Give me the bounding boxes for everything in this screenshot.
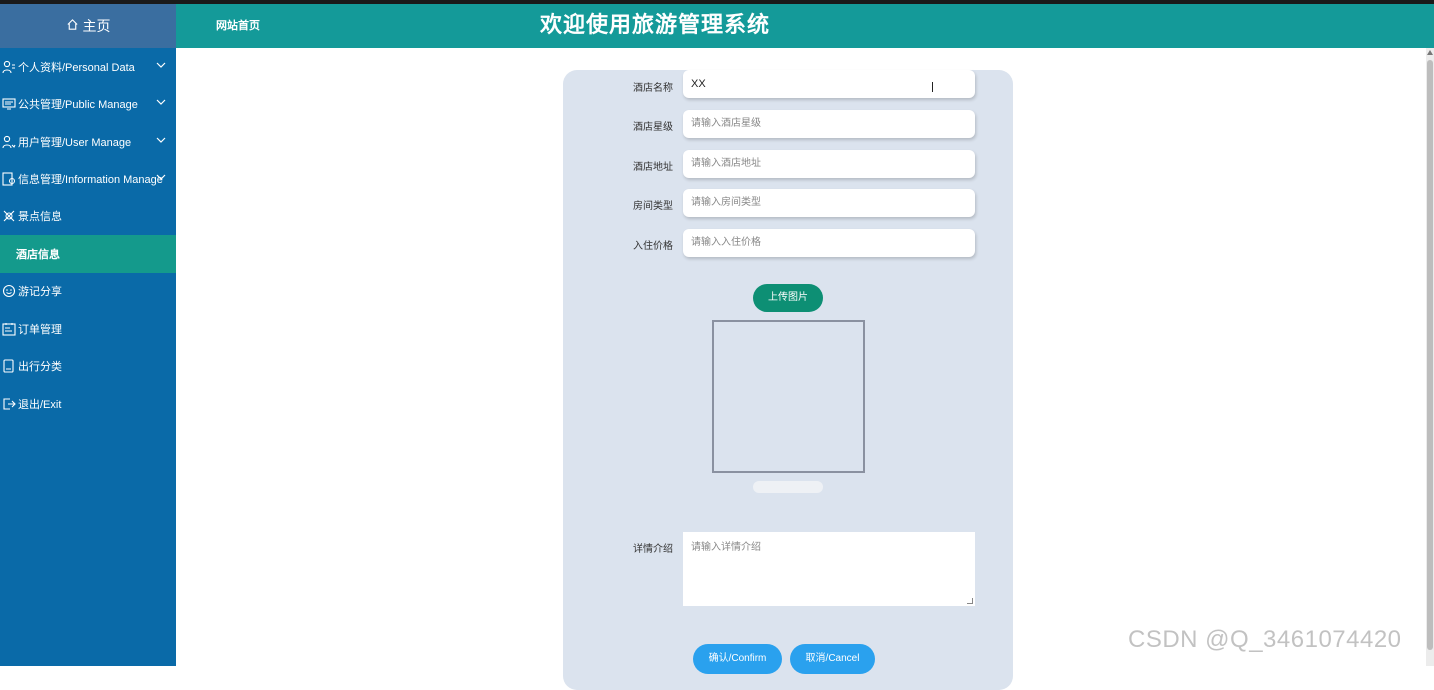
chevron-down-icon: [156, 60, 166, 72]
chevron-down-icon: [156, 97, 166, 109]
detail-placeholder: 请输入详情介绍: [691, 542, 761, 553]
home-icon: [66, 18, 79, 34]
page-title: 欢迎使用旅游管理系统: [540, 12, 771, 37]
room-type-label: 房间类型: [633, 201, 673, 212]
sidebar-item-label: 用户管理/User Manage: [18, 137, 132, 149]
sidebar-item-travel-notes[interactable]: 游记分享: [0, 272, 176, 310]
hotel-address-input[interactable]: 请输入酒店地址: [683, 150, 975, 178]
resize-handle-icon[interactable]: [967, 598, 973, 604]
sidebar-item-label: 个人资料/Personal Data: [18, 62, 135, 74]
sidebar-item-label: 酒店信息: [16, 249, 60, 261]
sidebar-item-label: 公共管理/Public Manage: [18, 99, 138, 111]
hotel-star-input[interactable]: 请输入酒店星级: [683, 110, 975, 138]
sidebar-item-user-manage[interactable]: 用户管理/User Manage: [0, 123, 176, 161]
hotel-form-panel: 酒店名称 XX 酒店星级 请输入酒店星级 酒店地址 请输入酒店地址 房间类型 请…: [563, 70, 1013, 690]
sidebar-item-hotel-info[interactable]: 酒店信息: [0, 235, 176, 273]
text-cursor-icon: [932, 82, 933, 92]
hotel-name-input[interactable]: XX: [683, 70, 975, 98]
sidebar: 个人资料/Personal Data 公共管理/Public Manage 用户…: [0, 48, 176, 666]
hotel-name-label: 酒店名称: [633, 83, 673, 94]
users-icon: [1, 135, 17, 149]
image-preview: [712, 320, 865, 473]
detail-textarea[interactable]: 请输入详情介绍: [683, 532, 975, 606]
scenic-icon: [1, 209, 17, 223]
home-link[interactable]: 主页: [0, 4, 176, 48]
exit-icon: [1, 397, 17, 411]
detail-label: 详情介绍: [633, 544, 673, 555]
sidebar-item-label: 信息管理/Information Manage: [18, 174, 163, 186]
monitor-icon: [1, 97, 17, 111]
watermark: CSDN @Q_3461074420: [1128, 626, 1402, 653]
scrollbar-thumb[interactable]: [1427, 60, 1433, 650]
order-icon: [1, 322, 17, 336]
site-home-link[interactable]: 网站首页: [216, 4, 260, 48]
sidebar-item-public-manage[interactable]: 公共管理/Public Manage: [0, 85, 176, 123]
sidebar-item-label: 订单管理: [18, 324, 62, 336]
sidebar-item-personal-data[interactable]: 个人资料/Personal Data: [0, 48, 176, 86]
upload-progress-placeholder: [753, 481, 823, 493]
chevron-down-icon: [156, 135, 166, 147]
sidebar-item-travel-category[interactable]: 出行分类: [0, 347, 176, 385]
cancel-button[interactable]: 取消/Cancel: [790, 644, 875, 674]
category-icon: [1, 359, 17, 373]
sidebar-item-label: 出行分类: [18, 361, 62, 373]
sidebar-item-scenic-info[interactable]: 景点信息: [0, 197, 176, 235]
sidebar-item-information-manage[interactable]: 信息管理/Information Manage: [0, 160, 176, 198]
room-type-input[interactable]: 请输入房间类型: [683, 189, 975, 217]
scroll-up-arrow-icon[interactable]: [1427, 50, 1433, 55]
chevron-down-icon: [156, 172, 166, 184]
upload-image-button[interactable]: 上传图片: [753, 284, 823, 312]
hotel-star-label: 酒店星级: [633, 122, 673, 133]
hotel-name-value: XX: [691, 78, 706, 90]
home-label: 主页: [82, 18, 111, 34]
sidebar-item-label: 退出/Exit: [18, 399, 62, 411]
price-label: 入住价格: [633, 241, 673, 252]
sidebar-item-exit[interactable]: 退出/Exit: [0, 385, 176, 423]
price-input[interactable]: 请输入入住价格: [683, 229, 975, 257]
top-header: 主页 网站首页 欢迎使用旅游管理系统: [0, 4, 1434, 48]
user-icon: [1, 60, 17, 74]
sidebar-item-label: 景点信息: [18, 211, 62, 223]
info-board-icon: [1, 172, 17, 186]
vertical-scrollbar[interactable]: [1426, 48, 1434, 666]
sidebar-item-order-manage[interactable]: 订单管理: [0, 310, 176, 348]
hotel-address-label: 酒店地址: [633, 162, 673, 173]
sidebar-item-label: 游记分享: [18, 286, 62, 298]
share-icon: [1, 284, 17, 298]
confirm-button[interactable]: 确认/Confirm: [693, 644, 782, 674]
